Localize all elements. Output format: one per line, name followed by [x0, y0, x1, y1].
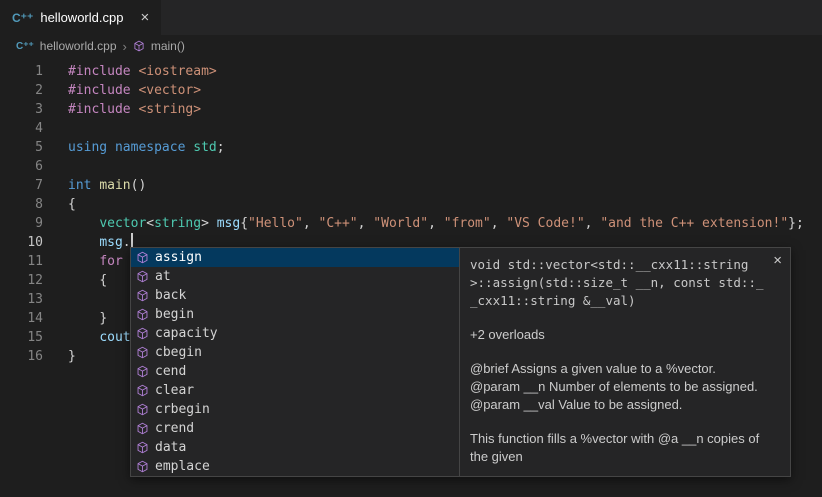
suggestion-at[interactable]: at	[131, 267, 459, 286]
code-line-content: vector<string> msg{"Hello", "C++", "Worl…	[43, 214, 804, 233]
line-number: 6	[0, 157, 43, 176]
code-line-content: }	[43, 309, 107, 328]
suggestion-label: clear	[155, 383, 194, 398]
doc-param-n: @param __n Number of elements to be assi…	[470, 378, 768, 396]
suggestion-begin[interactable]: begin	[131, 305, 459, 324]
code-line-content	[43, 157, 68, 176]
line-number: 13	[0, 290, 43, 309]
code-line[interactable]: 5using namespace std;	[0, 138, 822, 157]
line-number: 16	[0, 347, 43, 366]
code-line[interactable]: 6	[0, 157, 822, 176]
code-line[interactable]: 4	[0, 119, 822, 138]
symbol-method-icon	[136, 460, 149, 473]
code-line-content: #include <iostream>	[43, 62, 217, 81]
code-line[interactable]: 2#include <vector>	[0, 81, 822, 100]
tab-helloworld-cpp[interactable]: C⁺⁺ helloworld.cpp ×	[0, 0, 161, 35]
symbol-method-icon	[136, 251, 149, 264]
code-line-content	[43, 290, 68, 309]
suggestion-crbegin[interactable]: crbegin	[131, 400, 459, 419]
code-line-content: cout	[43, 328, 131, 347]
cpp-file-icon: C⁺⁺	[16, 41, 34, 52]
code-line-content: {	[43, 195, 76, 214]
suggestion-label: cbegin	[155, 345, 202, 360]
suggestion-label: at	[155, 269, 171, 284]
symbol-method-icon	[136, 403, 149, 416]
symbol-method-icon	[133, 40, 145, 52]
line-number: 14	[0, 309, 43, 328]
close-icon[interactable]: ×	[773, 253, 782, 268]
code-line[interactable]: 1#include <iostream>	[0, 62, 822, 81]
suggestion-emplace[interactable]: emplace	[131, 457, 459, 476]
doc-param-val: @param __val Value to be assigned.	[470, 396, 768, 414]
code-line-content: #include <vector>	[43, 81, 201, 100]
suggestion-cbegin[interactable]: cbegin	[131, 343, 459, 362]
tab-bar: C⁺⁺ helloworld.cpp ×	[0, 0, 822, 35]
cpp-file-icon: C⁺⁺	[12, 11, 33, 25]
line-number: 9	[0, 214, 43, 233]
code-line-content: #include <string>	[43, 100, 201, 119]
symbol-method-icon	[136, 308, 149, 321]
suggestion-docs-panel: × void std::vector<std::__cxx11::string …	[460, 247, 791, 477]
doc-description: This function fills a %vector with @a __…	[470, 430, 768, 466]
code-line[interactable]: 8{	[0, 195, 822, 214]
suggestion-list: assign at back begin capacity cbegin cend clear…	[130, 247, 460, 477]
breadcrumb-file[interactable]: helloworld.cpp	[40, 39, 117, 53]
breadcrumb: C⁺⁺ helloworld.cpp › main()	[0, 35, 822, 57]
code-line-content: int main()	[43, 176, 146, 195]
suggestion-back[interactable]: back	[131, 286, 459, 305]
suggestion-capacity[interactable]: capacity	[131, 324, 459, 343]
breadcrumb-separator-icon: ›	[123, 39, 127, 54]
code-line-content: {	[43, 271, 107, 290]
line-number: 11	[0, 252, 43, 271]
doc-signature: void std::vector<std::__cxx11::string >:…	[470, 256, 768, 310]
suggestion-label: crbegin	[155, 402, 210, 417]
suggestion-label: crend	[155, 421, 194, 436]
tab-title: helloworld.cpp	[40, 10, 123, 25]
suggestion-label: back	[155, 288, 186, 303]
line-number: 3	[0, 100, 43, 119]
symbol-method-icon	[136, 327, 149, 340]
symbol-method-icon	[136, 441, 149, 454]
doc-body: @brief Assigns a given value to a %vecto…	[470, 360, 768, 466]
line-number: 12	[0, 271, 43, 290]
suggestion-assign[interactable]: assign	[131, 248, 459, 267]
symbol-method-icon	[136, 384, 149, 397]
doc-overloads: +2 overloads	[470, 326, 768, 344]
suggestion-label: data	[155, 440, 186, 455]
suggestion-label: begin	[155, 307, 194, 322]
suggestion-crend[interactable]: crend	[131, 419, 459, 438]
intellisense-popup: assign at back begin capacity cbegin cend clear…	[130, 247, 791, 477]
code-line-content: using namespace std;	[43, 138, 225, 157]
suggestion-label: assign	[155, 250, 202, 265]
code-line-content: }	[43, 347, 76, 366]
symbol-method-icon	[136, 289, 149, 302]
code-line-content: msg.	[43, 233, 133, 252]
line-number: 2	[0, 81, 43, 100]
suggestion-clear[interactable]: clear	[131, 381, 459, 400]
line-number: 15	[0, 328, 43, 347]
suggestion-label: capacity	[155, 326, 218, 341]
symbol-method-icon	[136, 422, 149, 435]
code-line[interactable]: 3#include <string>	[0, 100, 822, 119]
symbol-method-icon	[136, 346, 149, 359]
code-line-content	[43, 119, 68, 138]
line-number: 4	[0, 119, 43, 138]
line-number: 1	[0, 62, 43, 81]
suggestion-cend[interactable]: cend	[131, 362, 459, 381]
code-line-content: for	[43, 252, 123, 271]
tab-close-icon[interactable]: ×	[140, 10, 149, 25]
suggestion-label: emplace	[155, 459, 210, 474]
line-number: 7	[0, 176, 43, 195]
symbol-method-icon	[136, 365, 149, 378]
line-number: 10	[0, 233, 43, 252]
symbol-method-icon	[136, 270, 149, 283]
code-line[interactable]: 9 vector<string> msg{"Hello", "C++", "Wo…	[0, 214, 822, 233]
suggestion-data[interactable]: data	[131, 438, 459, 457]
doc-brief: @brief Assigns a given value to a %vecto…	[470, 360, 768, 378]
breadcrumb-symbol[interactable]: main()	[151, 39, 185, 53]
suggestion-label: cend	[155, 364, 186, 379]
code-line[interactable]: 7int main()	[0, 176, 822, 195]
line-number: 8	[0, 195, 43, 214]
line-number: 5	[0, 138, 43, 157]
